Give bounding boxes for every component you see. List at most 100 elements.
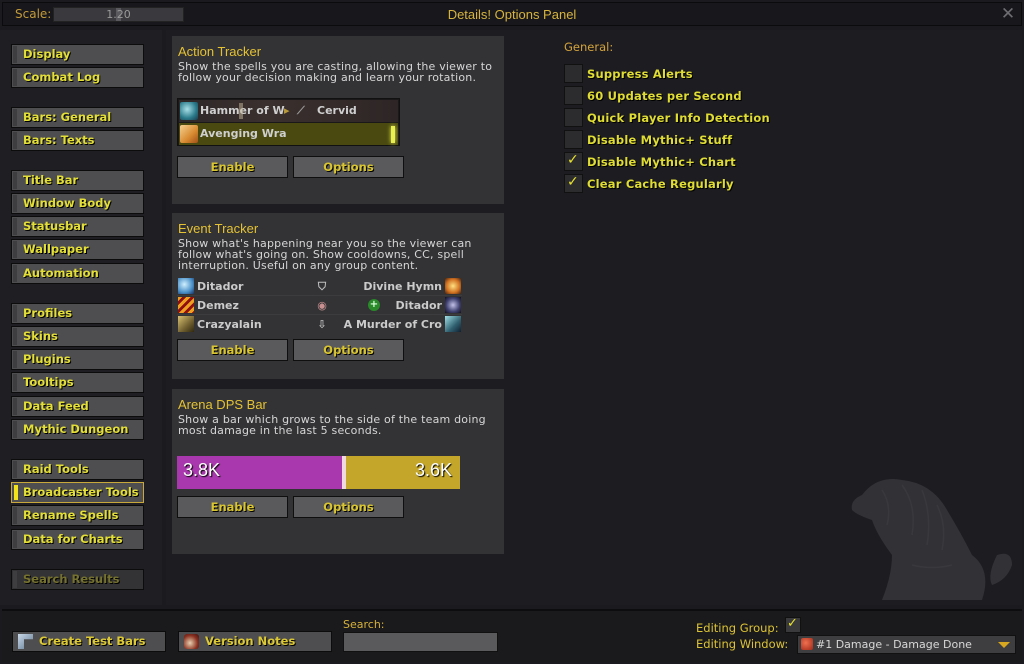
- event-tracker-card: Event Tracker Show what's happening near…: [172, 213, 504, 379]
- editing-window-dropdown[interactable]: #1 Damage - Damage Done: [797, 635, 1016, 654]
- spell-name: Divine Hymn: [363, 280, 442, 293]
- cast-glow-icon: [239, 103, 243, 119]
- version-notes-button[interactable]: Version Notes: [178, 631, 332, 652]
- event-tracker-description: Show what's happening near you so the vi…: [178, 237, 472, 272]
- caster-name: Ditador: [197, 280, 244, 293]
- lion-statue-icon: [851, 479, 1012, 600]
- sidebar-item-data-feed[interactable]: Data Feed: [11, 396, 144, 417]
- footer-bar: Create Test Bars Version Notes Search: E…: [2, 609, 1022, 662]
- search-input[interactable]: [343, 632, 498, 652]
- main-content: Action Tracker Show the spells you are c…: [166, 30, 1022, 605]
- checkmark-icon: ✓: [787, 616, 798, 631]
- chevron-down-icon[interactable]: [998, 642, 1010, 648]
- event-row: Demez ◉ + Ditador: [177, 296, 462, 315]
- event-row: Crazyalain ⇩ A Murder of Cro: [177, 315, 462, 334]
- sidebar-item-tooltips[interactable]: Tooltips: [11, 372, 144, 393]
- general-option-checkbox[interactable]: ✓: [564, 174, 583, 193]
- checkmark-icon: ✓: [567, 174, 579, 190]
- event-tracker-enable-button[interactable]: Enable: [177, 339, 288, 361]
- sidebar-item-display[interactable]: Display: [11, 44, 144, 65]
- target-name: Ditador: [395, 299, 442, 312]
- checkmark-icon: ✓: [567, 152, 579, 168]
- sidebar-item-mythic-dungeon[interactable]: Mythic Dungeon: [11, 419, 144, 440]
- action-tracker-row: Avenging Wra: [179, 123, 398, 145]
- action-tracker-description: Show the spells you are casting, allowin…: [178, 60, 493, 84]
- slash-icon: [178, 297, 194, 313]
- action-tracker-enable-button[interactable]: Enable: [177, 156, 288, 178]
- hammer-spell-icon: [180, 102, 198, 120]
- event-row: Ditador ⛉ Divine Hymn: [177, 277, 462, 296]
- general-option-label[interactable]: Suppress Alerts: [587, 67, 693, 81]
- general-option-label[interactable]: Clear Cache Regularly: [587, 177, 734, 191]
- spell-name: A Murder of Cro: [343, 318, 442, 331]
- sidebar-item-title-bar[interactable]: Title Bar: [11, 170, 144, 191]
- general-option-checkbox[interactable]: ✓: [564, 152, 583, 171]
- caster-name: Crazyalain: [197, 318, 262, 331]
- sidebar-item-automation[interactable]: Automation: [11, 263, 144, 284]
- close-icon[interactable]: ✕: [999, 5, 1017, 23]
- arena-left-value: 3.8K: [183, 460, 221, 480]
- sword-icon: ⟋: [297, 104, 305, 117]
- general-option-checkbox[interactable]: [564, 108, 583, 127]
- editing-window-label: Editing Window:: [696, 637, 789, 651]
- action-tracker-title: Action Tracker: [178, 44, 262, 59]
- divine-hymn-icon: [445, 278, 461, 294]
- action-tracker-preview: Hammer of W ▸ ⟋ Cervid Grazer Avenging W…: [177, 98, 400, 146]
- caster-name: Demez: [197, 299, 239, 312]
- sidebar-item-skins[interactable]: Skins: [11, 326, 144, 347]
- spell-name: Avenging Wra: [200, 127, 287, 140]
- general-option-label[interactable]: Quick Player Info Detection: [587, 111, 770, 125]
- sidebar-item-search-results[interactable]: Search Results: [11, 569, 144, 590]
- shield-icon: ⛉: [317, 280, 327, 293]
- sidebar-item-data-for-charts[interactable]: Data for Charts: [11, 529, 144, 550]
- frost-icon: [178, 278, 194, 294]
- arena-dps-bar-options-button[interactable]: Options: [293, 496, 404, 518]
- sidebar-item-combat-log[interactable]: Combat Log: [11, 67, 144, 88]
- arrow-right-icon: ▸: [284, 104, 290, 117]
- sidebar-item-rename-spells[interactable]: Rename Spells: [11, 505, 144, 526]
- sidebar-item-profiles[interactable]: Profiles: [11, 303, 144, 324]
- arena-bar-divider: [342, 456, 346, 489]
- eye-icon: ◉: [317, 299, 327, 312]
- arena-dps-bar-enable-button[interactable]: Enable: [177, 496, 288, 518]
- editing-group-label: Editing Group:: [696, 621, 779, 635]
- create-test-bars-label: Create Test Bars: [39, 634, 146, 648]
- arena-dps-bar-card: Arena DPS Bar Show a bar which grows to …: [172, 389, 504, 554]
- action-tracker-options-button[interactable]: Options: [293, 156, 404, 178]
- arena-dps-bar-title: Arena DPS Bar: [178, 397, 267, 412]
- event-tracker-title: Event Tracker: [178, 221, 259, 236]
- create-test-bars-button[interactable]: Create Test Bars: [12, 631, 166, 652]
- sidebar: Display Combat Log Bars: General Bars: T…: [0, 30, 162, 605]
- general-option-checkbox[interactable]: [564, 86, 583, 105]
- arena-dps-bar-description: Show a bar which grows to the side of th…: [178, 413, 486, 437]
- general-option-label[interactable]: 60 Updates per Second: [587, 89, 742, 103]
- avenging-wrath-spell-icon: [180, 125, 198, 143]
- search-label: Search:: [343, 618, 385, 631]
- sidebar-item-bars-texts[interactable]: Bars: Texts: [11, 130, 144, 151]
- damage-icon: [801, 638, 813, 650]
- action-tracker-row: Hammer of W ▸ ⟋ Cervid Grazer: [179, 100, 398, 139]
- sidebar-item-raid-tools[interactable]: Raid Tools: [11, 459, 144, 480]
- event-tracker-options-button[interactable]: Options: [293, 339, 404, 361]
- general-option-label[interactable]: Disable Mythic+ Stuff: [587, 133, 732, 147]
- dagger-icon: ⇩: [317, 318, 327, 331]
- sidebar-item-bars-general[interactable]: Bars: General: [11, 107, 144, 128]
- scroll-icon: [184, 634, 199, 649]
- general-option-label[interactable]: Disable Mythic+ Chart: [587, 155, 736, 169]
- sidebar-item-wallpaper[interactable]: Wallpaper: [11, 239, 144, 260]
- sidebar-item-broadcaster-tools[interactable]: Broadcaster Tools: [11, 482, 144, 503]
- general-section-title: General:: [564, 40, 614, 54]
- crow-icon: [445, 316, 461, 332]
- window-title: Details! Options Panel: [447, 7, 577, 22]
- warrior-icon: [178, 316, 194, 332]
- general-option-checkbox[interactable]: [564, 64, 583, 83]
- version-notes-label: Version Notes: [205, 634, 296, 648]
- sidebar-item-plugins[interactable]: Plugins: [11, 349, 144, 370]
- sidebar-item-window-body[interactable]: Window Body: [11, 193, 144, 214]
- sidebar-item-statusbar[interactable]: Statusbar: [11, 216, 144, 237]
- editing-group-checkbox[interactable]: ✓: [785, 616, 801, 633]
- arena-dps-bar: 3.8K 3.6K: [177, 456, 460, 489]
- editing-window-value: #1 Damage - Damage Done: [816, 638, 972, 651]
- title-bar[interactable]: Scale: 1.20 Details! Options Panel ✕: [2, 2, 1022, 26]
- general-option-checkbox[interactable]: [564, 130, 583, 149]
